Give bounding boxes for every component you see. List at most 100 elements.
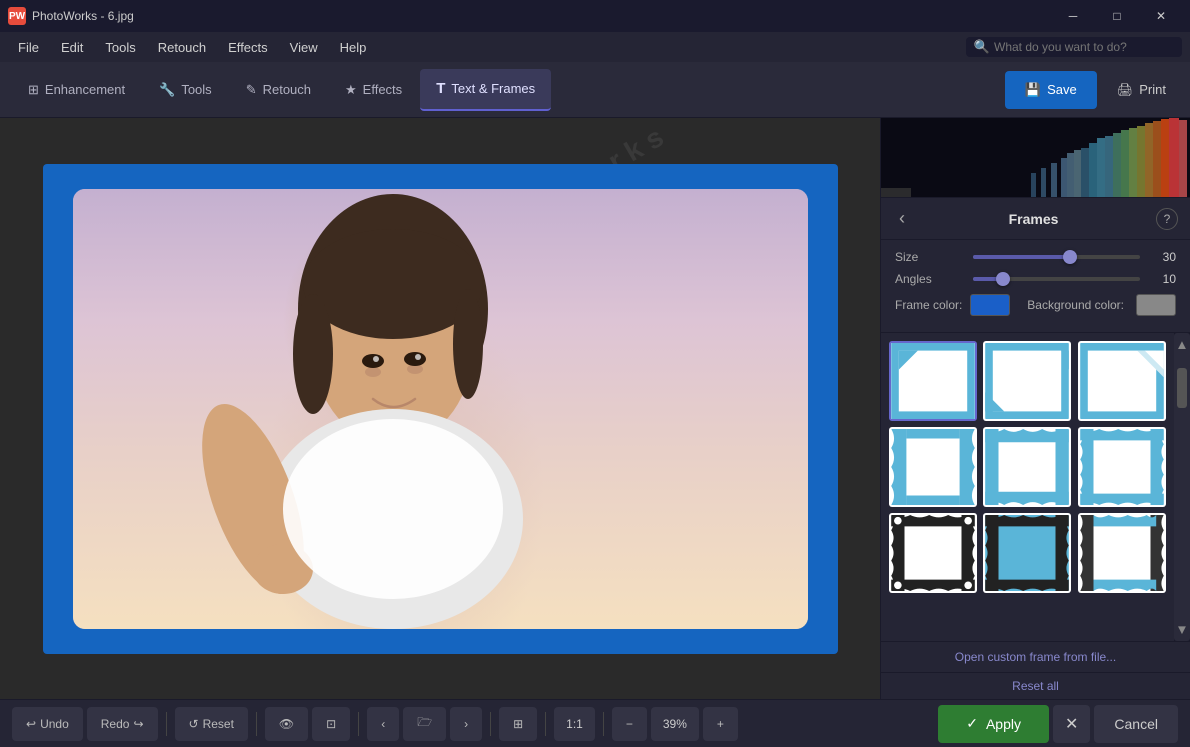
background-color-label: Background color:: [1027, 298, 1124, 312]
window-controls: ─ □ ✕: [1052, 0, 1182, 32]
menu-retouch[interactable]: Retouch: [148, 36, 216, 59]
bottombar: ↩ Undo Redo ↪ ↺ Reset 👁 ⊡ ‹ 🗁 › ⊞ 1:1 − …: [0, 699, 1190, 747]
redo-button[interactable]: Redo ↪: [87, 707, 158, 741]
frame-thumb-6[interactable]: [1078, 427, 1166, 507]
zoom-in-button[interactable]: +: [703, 707, 738, 741]
compare-icon: ⊡: [326, 717, 336, 731]
search-input[interactable]: [994, 40, 1174, 54]
effects-label: Effects: [363, 82, 403, 97]
effects-icon: ★: [345, 82, 357, 98]
zoom-out-button[interactable]: −: [612, 707, 647, 741]
tools-label: Tools: [181, 82, 211, 97]
reset-icon: ↺: [189, 717, 199, 731]
close-button[interactable]: ✕: [1140, 0, 1182, 32]
frame-svg-5: [985, 429, 1069, 505]
scroll-down-button[interactable]: ▼: [1174, 618, 1190, 641]
undo-button[interactable]: ↩ Undo: [12, 707, 83, 741]
frame-thumb-4[interactable]: [889, 427, 977, 507]
tab-retouch[interactable]: ✎ Retouch: [230, 69, 327, 111]
panel-back-button[interactable]: ‹: [893, 206, 911, 231]
preview-button[interactable]: 👁: [265, 707, 308, 741]
size-slider-fill: [973, 255, 1070, 259]
tab-effects[interactable]: ★ Effects: [329, 69, 418, 111]
frame-thumb-2[interactable]: [983, 341, 1071, 421]
frame-thumb-3[interactable]: [1078, 341, 1166, 421]
save-area: 💾 Save 🖨 Print: [1005, 71, 1178, 109]
size-label: Size: [895, 250, 965, 264]
menu-file[interactable]: File: [8, 36, 49, 59]
color-row: Frame color: Background color:: [895, 294, 1176, 316]
frame-thumb-7[interactable]: [889, 513, 977, 593]
reset-all-link[interactable]: Reset all: [881, 672, 1190, 699]
text-frames-icon: T: [436, 80, 445, 97]
prev-image-button[interactable]: ‹: [367, 707, 399, 741]
size-slider[interactable]: [973, 255, 1140, 259]
frame-thumb-1[interactable]: [889, 341, 977, 421]
crop-button[interactable]: ⊞: [499, 707, 537, 741]
frame-thumb-8[interactable]: [983, 513, 1071, 593]
cancel-button[interactable]: Cancel: [1094, 705, 1178, 743]
angles-slider[interactable]: [973, 277, 1140, 281]
menu-tools[interactable]: Tools: [95, 36, 145, 59]
search-bar: 🔍: [966, 37, 1182, 57]
undo-icon: ↩: [26, 717, 36, 731]
separator-2: [256, 712, 257, 736]
print-button[interactable]: 🖨 Print: [1105, 71, 1178, 109]
menu-edit[interactable]: Edit: [51, 36, 93, 59]
maximize-button[interactable]: □: [1096, 0, 1138, 32]
frame-color-swatch[interactable]: [970, 294, 1010, 316]
histogram: [881, 118, 1190, 198]
angles-slider-thumb[interactable]: [996, 272, 1010, 286]
close-apply-button[interactable]: ✕: [1053, 705, 1090, 743]
background-color-swatch[interactable]: [1136, 294, 1176, 316]
menubar: File Edit Tools Retouch Effects View Hel…: [0, 32, 1190, 62]
save-label: Save: [1047, 82, 1077, 97]
compare-button[interactable]: ⊡: [312, 707, 350, 741]
open-file-button[interactable]: 🗁: [403, 707, 446, 741]
tab-enhancement[interactable]: ⊞ Enhancement: [12, 69, 141, 111]
controls-section: Size 30 Angles 10 Frame colo: [881, 240, 1190, 333]
canvas-area: PhotoWorks PhotoWorks PhotoWorks PhotoWo…: [0, 118, 880, 699]
titlebar: PW PhotoWorks - 6.jpg ─ □ ✕: [0, 0, 1190, 32]
frame-svg-3: [1080, 343, 1164, 419]
toolbar: ⊞ Enhancement 🔧 Tools ✎ Retouch ★ Effect…: [0, 62, 1190, 118]
scroll-up-button[interactable]: ▲: [1174, 333, 1190, 356]
frame-svg-6: [1080, 429, 1164, 505]
panel-help-button[interactable]: ?: [1156, 208, 1178, 230]
reset-label: Reset: [203, 717, 234, 731]
save-button[interactable]: 💾 Save: [1005, 71, 1097, 109]
inner-image: [73, 189, 808, 629]
frame-thumb-5[interactable]: [983, 427, 1071, 507]
scroll-track[interactable]: [1174, 356, 1190, 618]
separator-6: [603, 712, 604, 736]
menu-help[interactable]: Help: [330, 36, 377, 59]
minimize-button[interactable]: ─: [1052, 0, 1094, 32]
menu-effects[interactable]: Effects: [218, 36, 278, 59]
retouch-icon: ✎: [246, 82, 257, 98]
tab-text-frames[interactable]: T Text & Frames: [420, 69, 551, 111]
tools-icon: 🔧: [159, 82, 175, 98]
tab-tools[interactable]: 🔧 Tools: [143, 69, 228, 111]
frame-svg-2: [985, 343, 1069, 419]
reset-button[interactable]: ↺ Reset: [175, 707, 248, 741]
apply-button[interactable]: ✓ Apply: [938, 705, 1049, 743]
frame-thumb-9[interactable]: [1078, 513, 1166, 593]
preview-icon: 👁: [279, 717, 294, 731]
scrollbar: ▲ ▼: [1174, 333, 1190, 641]
size-slider-thumb[interactable]: [1063, 250, 1077, 264]
menu-view[interactable]: View: [280, 36, 328, 59]
search-icon: 🔍: [974, 39, 990, 55]
frames-panel: ‹ Frames ? Size 30 Angles: [881, 198, 1190, 699]
enhancement-label: Enhancement: [45, 82, 125, 97]
separator-5: [545, 712, 546, 736]
custom-frame-link[interactable]: Open custom frame from file...: [881, 641, 1190, 672]
frame-svg-1: [891, 343, 975, 419]
enhancement-icon: ⊞: [28, 82, 39, 98]
cancel-label: Cancel: [1114, 716, 1158, 732]
scroll-thumb[interactable]: [1177, 368, 1187, 408]
frame-svg-4: [891, 429, 975, 505]
app-title: PhotoWorks - 6.jpg: [32, 9, 1052, 23]
next-image-button[interactable]: ›: [450, 707, 482, 741]
image-frame: [43, 164, 838, 654]
frame-svg-7: [891, 515, 975, 591]
